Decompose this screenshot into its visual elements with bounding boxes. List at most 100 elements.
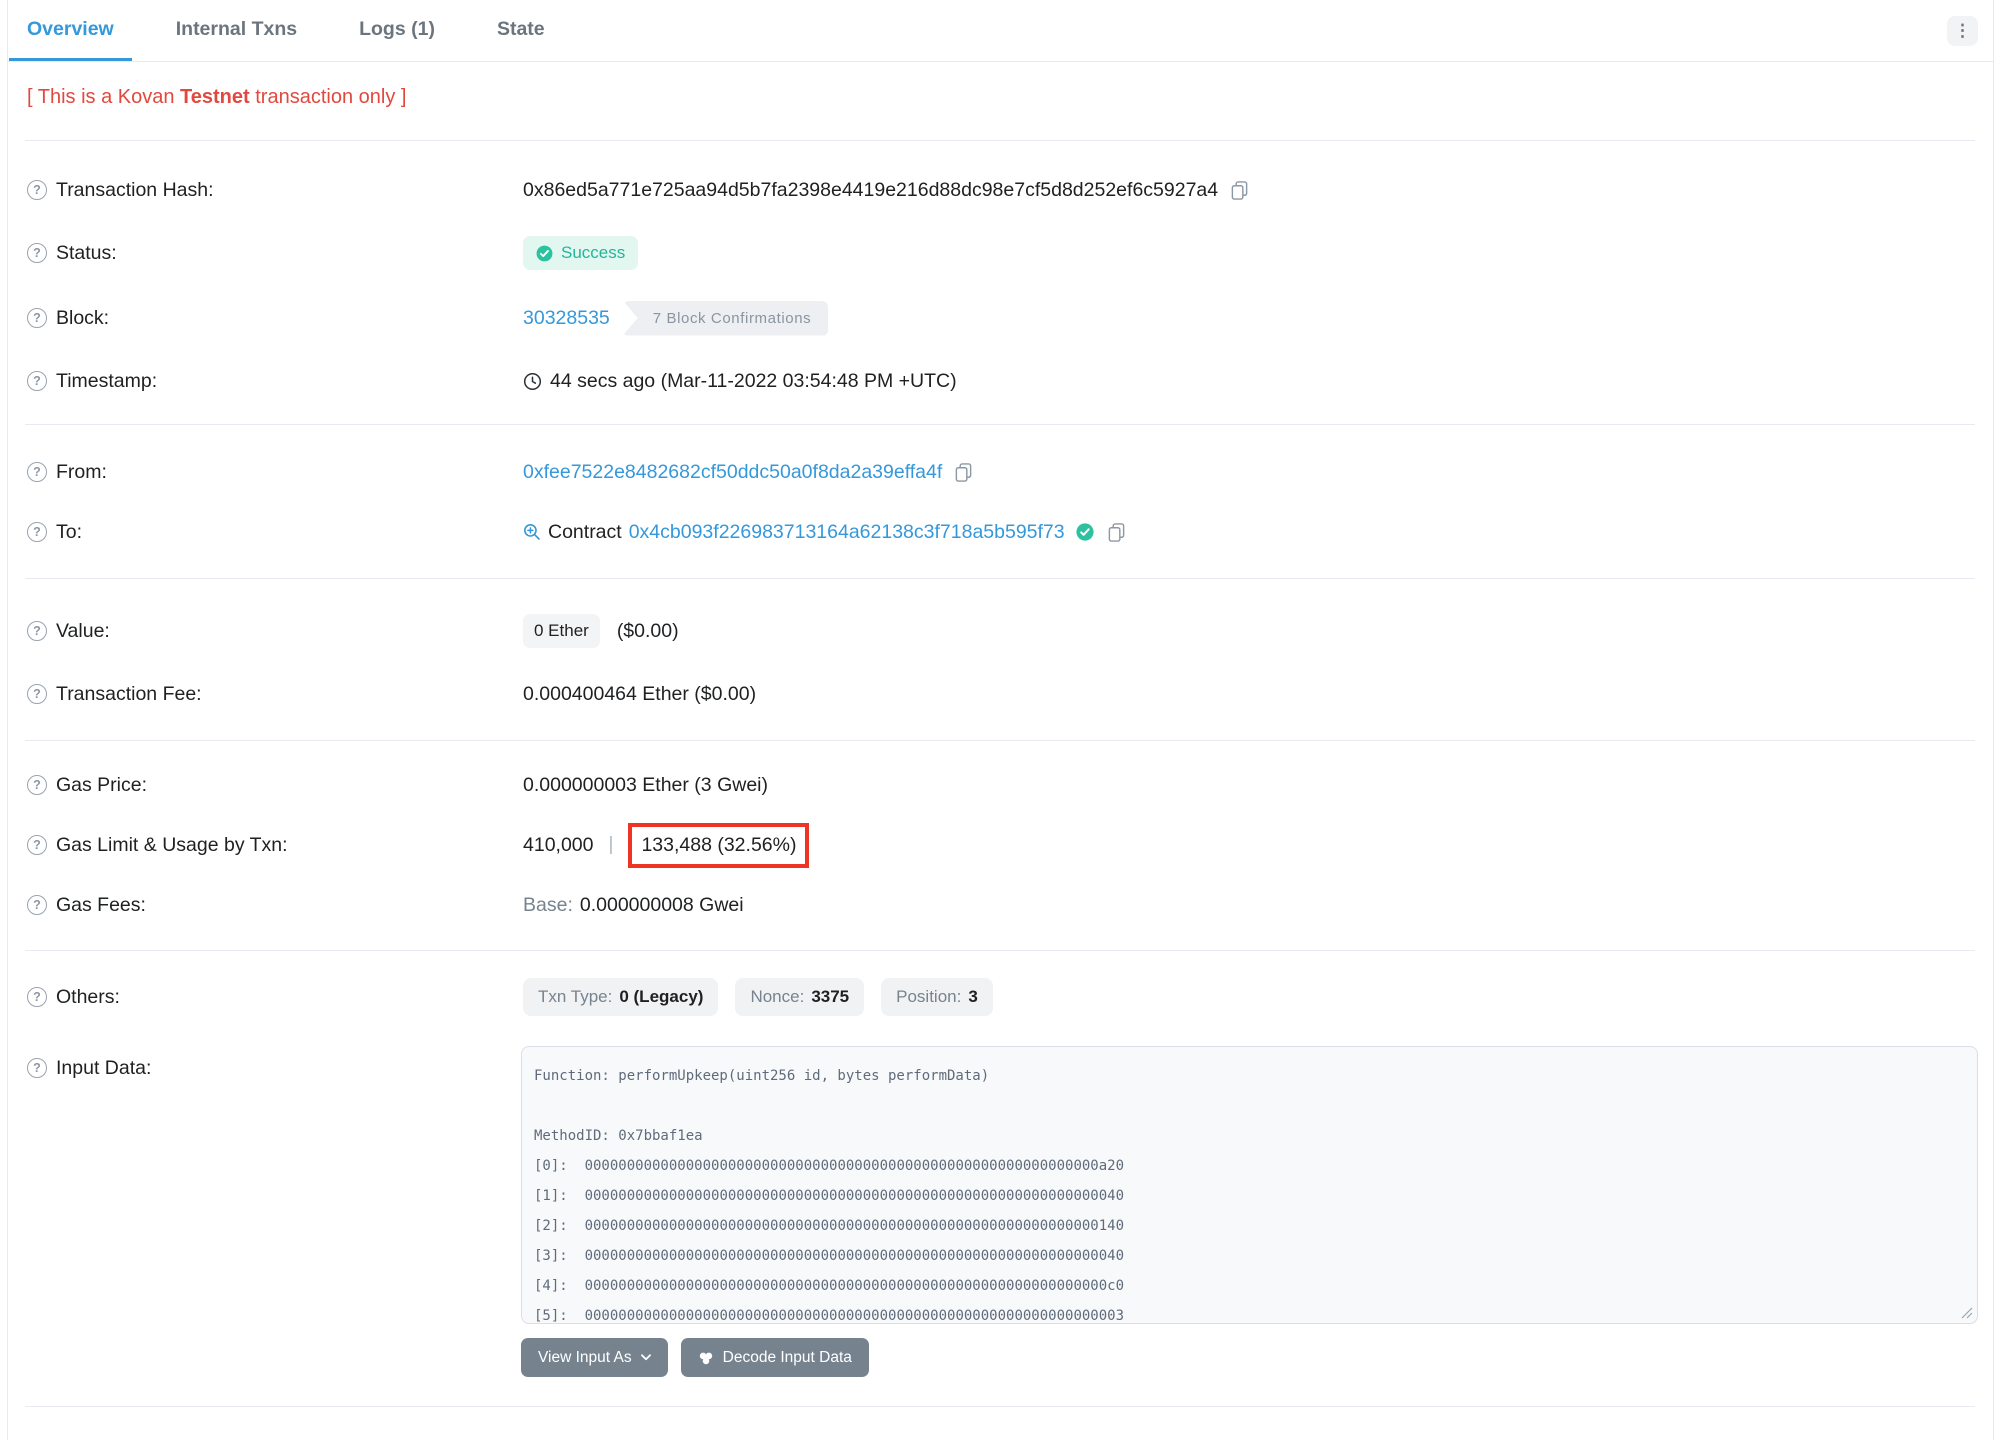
row-label: Gas Limit & Usage by Txn:	[56, 833, 288, 856]
copy-icon[interactable]	[1230, 180, 1249, 201]
to-address-link[interactable]: 0x4cb093f226983713164a62138c3f718a5b595f…	[629, 521, 1065, 544]
input-method-id: MethodID: 0x7bbaf1ea	[534, 1128, 703, 1144]
word-index: [4]:	[534, 1278, 568, 1294]
transaction-fee-value: 0.000400464 Ether ($0.00)	[523, 682, 757, 705]
row-label: Others:	[56, 985, 120, 1008]
check-circle-icon	[536, 245, 553, 261]
tab-bar: Overview Internal Txns Logs (1) State	[8, 0, 1993, 62]
input-word-row: [5]: 00000000000000000000000000000000000…	[534, 1301, 1963, 1324]
input-word-row: [2]: 00000000000000000000000000000000000…	[534, 1211, 1963, 1241]
word-index: [1]:	[534, 1188, 568, 1204]
transaction-overview-page: Overview Internal Txns Logs (1) State ⋮ …	[0, 0, 1999, 1440]
view-input-as-button[interactable]: View Input As	[521, 1338, 668, 1377]
help-icon[interactable]: ?	[27, 835, 47, 855]
tab-overview[interactable]: Overview	[9, 0, 132, 61]
view-input-as-label: View Input As	[538, 1348, 632, 1366]
word-value: 0000000000000000000000000000000000000000…	[584, 1278, 1125, 1294]
row-label: Value:	[56, 619, 110, 642]
input-word-row: [1]: 00000000000000000000000000000000000…	[534, 1181, 1963, 1211]
notice-bold: Testnet	[180, 86, 250, 108]
gas-price-value: 0.000000003 Ether (3 Gwei)	[523, 773, 768, 796]
txn-type-value: 0 (Legacy)	[619, 987, 704, 1006]
help-icon[interactable]: ?	[27, 775, 47, 795]
position-label: Position:	[896, 987, 962, 1006]
nonce-value: 3375	[811, 987, 850, 1006]
notice-suffix: transaction only ]	[249, 86, 407, 108]
timestamp-value: 44 secs ago (Mar-11-2022 03:54:48 PM +UT…	[550, 369, 957, 392]
gas-separator: |	[608, 834, 614, 855]
base-fee-label: Base:	[523, 893, 573, 916]
row-label: Status:	[56, 241, 117, 264]
value-usd: ($0.00)	[616, 619, 679, 642]
copy-icon[interactable]	[1107, 522, 1126, 543]
input-data-box[interactable]: Function: performUpkeep(uint256 id, byte…	[521, 1046, 1978, 1324]
block-number-link[interactable]: 30328535	[523, 307, 610, 330]
gas-usage-value: 133,488 (32.56%)	[641, 833, 797, 856]
zoom-in-icon[interactable]	[523, 523, 541, 541]
input-blank-line	[534, 1091, 1963, 1121]
notice-prefix: [ This is a Kovan	[27, 86, 181, 108]
row-label: From:	[56, 460, 107, 483]
word-value: 0000000000000000000000000000000000000000…	[584, 1158, 1125, 1174]
input-word-row: [0]: 00000000000000000000000000000000000…	[534, 1151, 1963, 1181]
tab-state[interactable]: State	[479, 0, 563, 61]
gas-usage-highlight-box: 133,488 (32.56%)	[628, 822, 810, 868]
word-index: [0]:	[534, 1158, 568, 1174]
word-value: 0000000000000000000000000000000000000000…	[584, 1308, 1125, 1324]
row-value: ? Value: 0 Ether ($0.00)	[27, 611, 1969, 651]
more-options-button[interactable]: ⋮	[1947, 16, 1978, 46]
status-text: Success	[561, 243, 626, 262]
divider	[25, 740, 1975, 741]
txn-type-badge: Txn Type: 0 (Legacy)	[523, 978, 719, 1016]
help-icon[interactable]: ?	[27, 895, 47, 915]
divider	[25, 1406, 1975, 1407]
help-icon[interactable]: ?	[27, 243, 47, 263]
help-icon[interactable]: ?	[27, 371, 47, 391]
verified-check-icon	[1076, 523, 1094, 541]
row-to: ? To: Contract 0x4cb093f226983713164a621…	[27, 512, 1969, 552]
transaction-hash-value: 0x86ed5a771e725aa94d5b7fa2398e4419e216d8…	[523, 178, 1219, 201]
help-icon[interactable]: ?	[27, 684, 47, 704]
word-index: [3]:	[534, 1248, 568, 1264]
help-icon[interactable]: ?	[27, 180, 47, 200]
copy-icon[interactable]	[954, 462, 973, 483]
decode-input-data-label: Decode Input Data	[722, 1348, 852, 1366]
nonce-badge: Nonce: 3375	[735, 978, 865, 1016]
clock-icon	[523, 372, 542, 390]
from-address-link[interactable]: 0xfee7522e8482682cf50ddc50a0f8da2a39effa…	[523, 461, 942, 484]
help-icon[interactable]: ?	[27, 987, 47, 1007]
card-left-border	[7, 0, 8, 1440]
word-value: 0000000000000000000000000000000000000000…	[584, 1248, 1125, 1264]
decode-icon	[699, 1352, 712, 1364]
input-data-actions: View Input As Decode Input Data	[521, 1338, 869, 1377]
row-status: ? Status: Success	[27, 233, 1969, 273]
txn-type-label: Txn Type:	[538, 987, 613, 1006]
help-icon[interactable]: ?	[27, 308, 47, 328]
position-badge: Position: 3	[881, 978, 993, 1016]
row-from: ? From: 0xfee7522e8482682cf50ddc50a0f8da…	[27, 452, 1969, 492]
divider	[25, 424, 1975, 425]
card-right-border	[1993, 0, 1994, 1440]
help-icon[interactable]: ?	[27, 522, 47, 542]
value-amount-badge: 0 Ether	[523, 614, 600, 648]
help-icon[interactable]: ?	[27, 462, 47, 482]
status-badge: Success	[523, 236, 639, 270]
help-icon[interactable]: ?	[27, 1058, 47, 1078]
row-timestamp: ? Timestamp: 44 secs ago (Mar-11-2022 03…	[27, 361, 1969, 401]
row-label: Transaction Fee:	[56, 682, 202, 705]
help-icon[interactable]: ?	[27, 621, 47, 641]
gas-limit-value: 410,000	[523, 833, 594, 856]
word-value: 0000000000000000000000000000000000000000…	[584, 1218, 1125, 1234]
row-gas-fees: ? Gas Fees: Base: 0.000000008 Gwei	[27, 885, 1969, 925]
position-value: 3	[968, 987, 978, 1006]
resize-handle-icon[interactable]	[1961, 1307, 1973, 1319]
row-label: Input Data:	[56, 1056, 152, 1079]
input-function-line: Function: performUpkeep(uint256 id, byte…	[534, 1068, 990, 1084]
word-value: 0000000000000000000000000000000000000000…	[584, 1188, 1125, 1204]
decode-input-data-button[interactable]: Decode Input Data	[680, 1338, 869, 1377]
tab-logs[interactable]: Logs (1)	[341, 0, 453, 61]
tab-internal-txns[interactable]: Internal Txns	[158, 0, 315, 61]
chevron-down-icon	[640, 1354, 651, 1361]
input-word-row: [3]: 00000000000000000000000000000000000…	[534, 1241, 1963, 1271]
kebab-icon: ⋮	[1954, 21, 1971, 40]
